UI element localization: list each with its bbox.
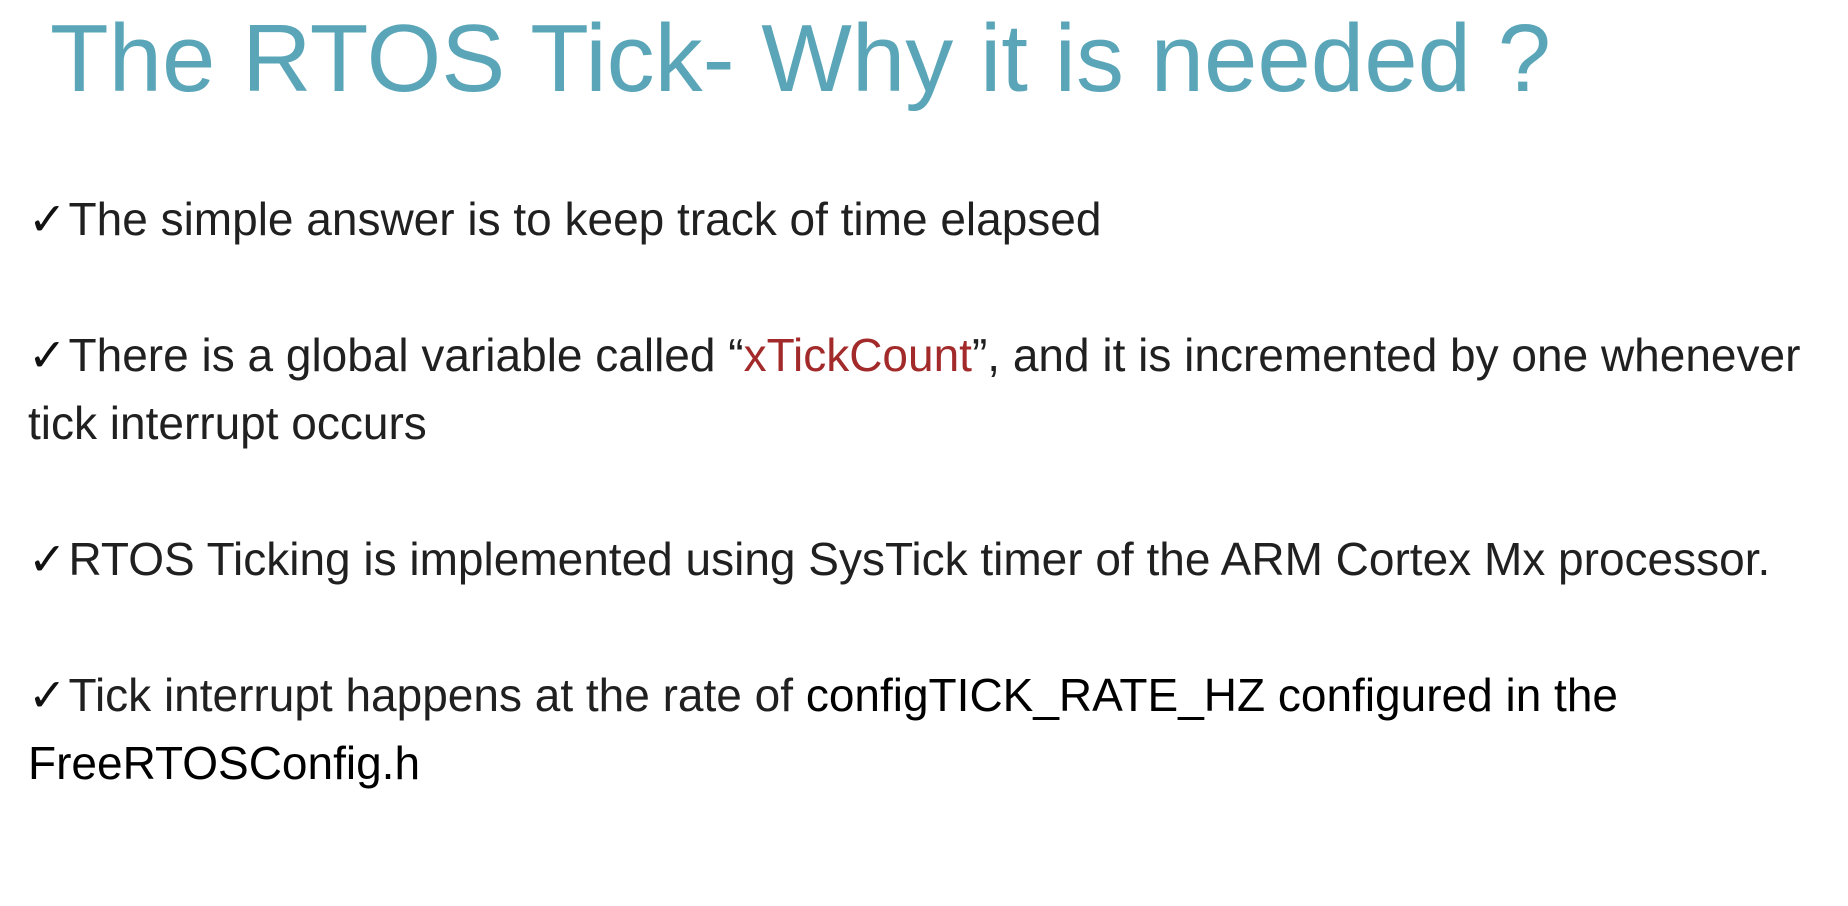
bullet-item-1: ✓The simple answer is to keep track of t… xyxy=(28,185,1828,253)
bullet-text-before: Tick interrupt happens at the rate of xyxy=(68,669,806,721)
slide-title: The RTOS Tick- Why it is needed ? xyxy=(50,5,1552,112)
bullet-text: The simple answer is to keep track of ti… xyxy=(68,193,1102,245)
bullet-list: ✓The simple answer is to keep track of t… xyxy=(28,185,1828,865)
bullet-text-before: There is a global variable called “ xyxy=(68,329,744,381)
checkmark-icon: ✓ xyxy=(28,669,67,721)
checkmark-icon: ✓ xyxy=(28,329,67,381)
bullet-item-3: ✓RTOS Ticking is implemented using SysTi… xyxy=(28,525,1828,593)
slide: The RTOS Tick- Why it is needed ? ✓The s… xyxy=(0,0,1848,906)
checkmark-icon: ✓ xyxy=(28,533,67,585)
bullet-item-4: ✓Tick interrupt happens at the rate of c… xyxy=(28,661,1828,797)
checkmark-icon: ✓ xyxy=(28,193,67,245)
bullet-text: RTOS Ticking is implemented using SysTic… xyxy=(68,533,1771,585)
bullet-item-2: ✓There is a global variable called “xTic… xyxy=(28,321,1828,457)
variable-name-highlight: xTickCount xyxy=(743,329,972,381)
